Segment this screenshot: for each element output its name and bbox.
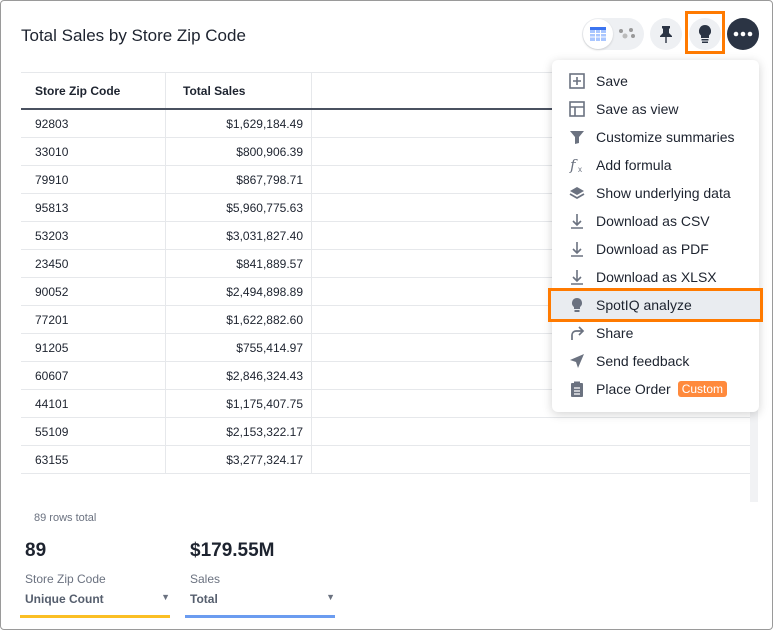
summary-value: 89 <box>25 540 47 561</box>
more-options-menu: Save Save as view Customize summaries f x Add… <box>548 60 763 412</box>
cell-zip: 33010 <box>21 138 166 165</box>
menu-item-label: Add formula <box>596 157 672 173</box>
highlight-box <box>685 11 725 54</box>
menu-item-label: Download as XLSX <box>596 269 717 285</box>
cell-sales: $1,629,184.49 <box>166 110 312 137</box>
menu-item-add-formula[interactable]: f x Add formula <box>552 151 759 179</box>
menu-item-save-as-view[interactable]: Save as view <box>552 95 759 123</box>
cell-sales: $800,906.39 <box>166 138 312 165</box>
menu-item-show-underlying-data[interactable]: Show underlying data <box>552 179 759 207</box>
cell-zip: 60607 <box>21 362 166 389</box>
summary-label: Sales <box>190 572 221 586</box>
table-icon <box>590 27 606 41</box>
summary-sales: $179.55M Sales Total ▼ <box>185 540 335 618</box>
cell-sales: $3,031,827.40 <box>166 222 312 249</box>
view-toggle[interactable] <box>582 18 644 50</box>
menu-item-send-feedback[interactable]: Send feedback <box>552 347 759 375</box>
cell-zip: 44101 <box>21 390 166 417</box>
caret-down-icon: ▼ <box>326 592 335 602</box>
header-store-zip-code[interactable]: Store Zip Code <box>21 73 166 108</box>
layers-icon <box>569 187 585 200</box>
cell-zip: 92803 <box>21 110 166 137</box>
layout-icon <box>569 101 585 117</box>
menu-item-share[interactable]: Share <box>552 319 759 347</box>
summary-color-bar <box>185 615 335 618</box>
caret-down-icon: ▼ <box>161 592 170 602</box>
menu-item-label: Place Order <box>596 381 671 397</box>
pin-button[interactable] <box>650 18 682 50</box>
aggregation-dropdown[interactable]: Unique Count ▼ <box>25 592 170 606</box>
menu-item-label: SpotIQ analyze <box>596 297 692 313</box>
table-row[interactable]: 63155 $3,277,324.17 <box>21 446 751 474</box>
more-options-button[interactable] <box>727 18 759 50</box>
cell-sales: $841,889.57 <box>166 250 312 277</box>
pin-icon <box>660 26 672 43</box>
summary-zip: 89 Store Zip Code Unique Count ▼ <box>20 540 170 618</box>
svg-text:f: f <box>569 156 578 174</box>
menu-item-place-order[interactable]: Place Order Custom <box>552 375 759 403</box>
svg-text:x: x <box>578 165 582 174</box>
lightbulb-icon <box>572 298 582 312</box>
plus-square-icon <box>569 73 585 89</box>
menu-item-save[interactable]: Save <box>552 67 759 95</box>
cell-zip: 23450 <box>21 250 166 277</box>
cell-sales: $2,153,322.17 <box>166 418 312 445</box>
summary-label: Store Zip Code <box>25 572 106 586</box>
menu-item-download-as-pdf[interactable]: Download as PDF <box>552 235 759 263</box>
menu-item-download-as-xlsx[interactable]: Download as XLSX <box>552 263 759 291</box>
chart-view-icon[interactable] <box>616 24 638 44</box>
cell-zip: 79910 <box>21 166 166 193</box>
page-title: Total Sales by Store Zip Code <box>21 26 246 45</box>
cell-sales: $2,494,898.89 <box>166 278 312 305</box>
cell-sales: $867,798.71 <box>166 166 312 193</box>
menu-item-customize-summaries[interactable]: Customize summaries <box>552 123 759 151</box>
more-icon <box>733 31 753 37</box>
share-icon <box>571 326 585 340</box>
menu-item-label: Download as PDF <box>596 241 709 257</box>
menu-item-label: Share <box>596 325 634 341</box>
menu-item-label: Show underlying data <box>596 185 731 201</box>
cell-sales: $5,960,775.63 <box>166 194 312 221</box>
aggregation-label: Total <box>190 592 218 606</box>
cell-zip: 55109 <box>21 418 166 445</box>
formula-icon: fx <box>569 156 582 174</box>
table-row[interactable]: 55109 $2,153,322.17 <box>21 418 751 446</box>
cell-zip: 90052 <box>21 278 166 305</box>
menu-item-label: Customize summaries <box>596 129 735 145</box>
download-icon <box>571 270 583 285</box>
custom-badge: Custom <box>677 381 728 397</box>
filter-icon <box>570 131 584 144</box>
menu-item-label: Send feedback <box>596 353 690 369</box>
cell-zip: 95813 <box>21 194 166 221</box>
cell-sales: $755,414.97 <box>166 334 312 361</box>
aggregation-label: Unique Count <box>25 592 104 606</box>
cell-sales: $2,846,324.43 <box>166 362 312 389</box>
summary-color-bar <box>20 615 170 618</box>
menu-item-label: Save <box>596 73 628 89</box>
cell-zip: 53203 <box>21 222 166 249</box>
cell-zip: 77201 <box>21 306 166 333</box>
menu-item-download-as-csv[interactable]: Download as CSV <box>552 207 759 235</box>
clipboard-icon <box>571 381 583 397</box>
cell-sales: $3,277,324.17 <box>166 446 312 473</box>
aggregation-dropdown[interactable]: Total ▼ <box>190 592 335 606</box>
cell-zip: 63155 <box>21 446 166 473</box>
menu-item-label: Save as view <box>596 101 679 117</box>
send-icon <box>570 354 584 368</box>
cell-zip: 91205 <box>21 334 166 361</box>
table-view-button[interactable] <box>583 19 613 49</box>
menu-item-label: Download as CSV <box>596 213 710 229</box>
download-icon <box>571 214 583 229</box>
summary-value: $179.55M <box>190 540 275 561</box>
cell-sales: $1,622,882.60 <box>166 306 312 333</box>
download-icon <box>571 242 583 257</box>
cell-sales: $1,175,407.75 <box>166 390 312 417</box>
header-total-sales[interactable]: Total Sales <box>166 73 312 108</box>
menu-item-spotiq-analyze[interactable]: SpotIQ analyze <box>548 288 763 322</box>
rows-total: 89 rows total <box>34 512 97 524</box>
